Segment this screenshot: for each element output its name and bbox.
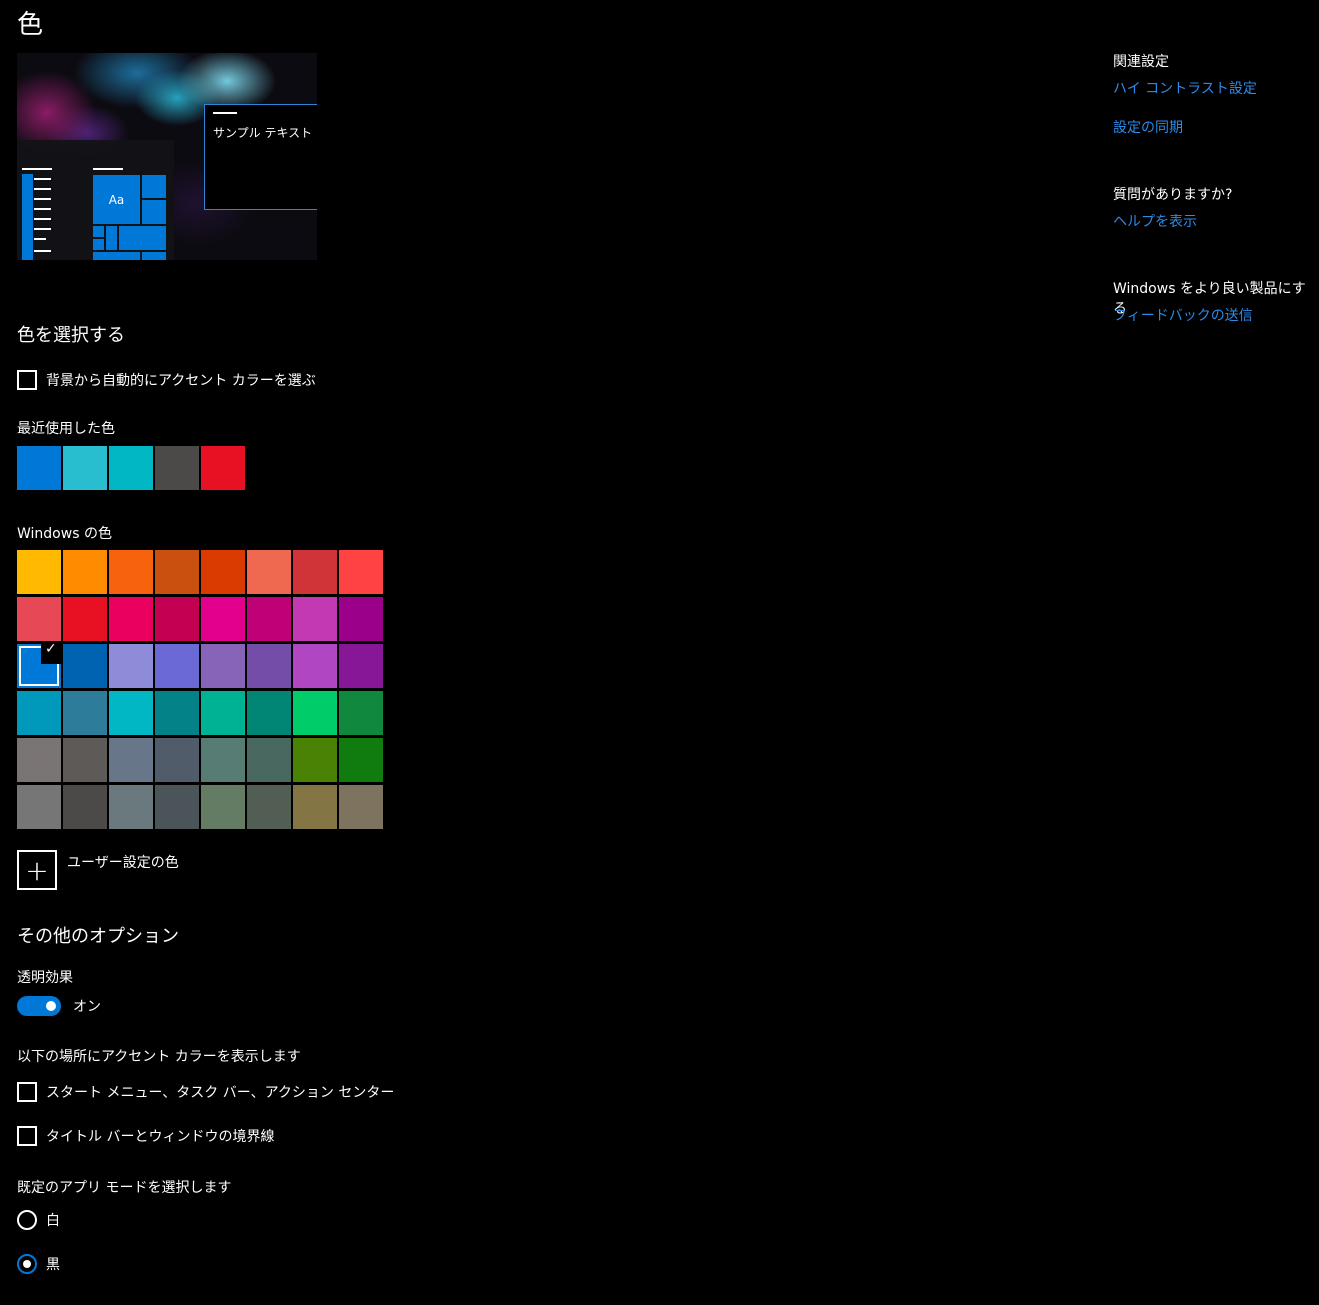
choose-color-heading: 色を選択する (17, 325, 125, 346)
windows-color-swatch[interactable] (155, 691, 199, 735)
windows-color-swatch[interactable] (109, 550, 153, 594)
windows-color-swatch[interactable] (293, 691, 337, 735)
windows-colors-label: Windows の色 (17, 526, 112, 542)
windows-color-swatch[interactable] (247, 550, 291, 594)
windows-color-swatch[interactable] (17, 597, 61, 641)
plus-icon[interactable]: + (17, 850, 57, 890)
preview-sample-text: サンプル テキスト (213, 126, 313, 140)
recent-color-swatch[interactable] (201, 446, 245, 490)
windows-color-swatch[interactable] (109, 644, 153, 688)
titlebar-checkbox[interactable] (17, 1126, 37, 1146)
start-taskbar-checkbox-row[interactable]: スタート メニュー、タスク バー、アクション センター (17, 1082, 394, 1102)
windows-color-swatch[interactable] (63, 644, 107, 688)
windows-color-swatch[interactable] (201, 597, 245, 641)
auto-accent-label: 背景から自動的にアクセント カラーを選ぶ (46, 373, 316, 389)
windows-color-swatch[interactable] (247, 738, 291, 782)
help-link[interactable]: ヘルプを表示 (1113, 211, 1197, 231)
windows-color-swatch[interactable] (17, 691, 61, 735)
windows-color-swatch[interactable] (109, 785, 153, 829)
sync-settings-link[interactable]: 設定の同期 (1113, 117, 1183, 137)
feedback-link[interactable]: フィードバックの送信 (1113, 305, 1253, 325)
windows-color-swatch[interactable] (339, 738, 383, 782)
custom-color-button[interactable]: + ユーザー設定の色 (17, 850, 179, 890)
auto-accent-checkbox[interactable] (17, 370, 37, 390)
titlebar-checkbox-row[interactable]: タイトル バーとウィンドウの境界線 (17, 1126, 274, 1146)
windows-color-swatch[interactable] (63, 738, 107, 782)
checkmark-icon: ✓ (41, 641, 61, 664)
high-contrast-link[interactable]: ハイ コントラスト設定 (1113, 78, 1257, 98)
windows-color-swatch[interactable] (247, 644, 291, 688)
question-heading: 質問がありますか? (1113, 187, 1233, 203)
windows-color-swatch[interactable] (155, 738, 199, 782)
windows-color-swatch[interactable] (293, 738, 337, 782)
windows-color-swatch[interactable] (109, 691, 153, 735)
transparency-state: オン (73, 999, 101, 1015)
mode-light-radio-row[interactable]: 白 (17, 1210, 60, 1230)
mode-light-label: 白 (46, 1213, 60, 1229)
mode-light-radio[interactable] (17, 1210, 37, 1230)
windows-color-swatch[interactable] (17, 738, 61, 782)
start-taskbar-label: スタート メニュー、タスク バー、アクション センター (46, 1085, 395, 1101)
windows-color-swatch[interactable] (63, 550, 107, 594)
windows-color-swatch[interactable] (155, 550, 199, 594)
windows-color-swatch[interactable] (201, 691, 245, 735)
windows-color-swatch[interactable] (201, 785, 245, 829)
transparency-label: 透明効果 (17, 970, 73, 986)
windows-color-swatch[interactable] (339, 785, 383, 829)
windows-color-swatch[interactable] (109, 738, 153, 782)
recent-color-swatch[interactable] (155, 446, 199, 490)
windows-color-swatch[interactable] (247, 597, 291, 641)
windows-color-swatch[interactable] (339, 644, 383, 688)
related-settings-heading: 関連設定 (1113, 54, 1169, 70)
windows-color-swatch[interactable] (17, 550, 61, 594)
mode-dark-radio[interactable] (17, 1254, 37, 1274)
windows-color-swatch[interactable] (201, 738, 245, 782)
windows-color-swatch[interactable] (339, 550, 383, 594)
windows-color-swatch[interactable] (155, 785, 199, 829)
windows-color-swatch[interactable] (201, 550, 245, 594)
recent-color-swatch[interactable] (63, 446, 107, 490)
windows-color-swatch[interactable] (63, 597, 107, 641)
windows-color-swatch[interactable] (201, 644, 245, 688)
theme-preview: Aa サンプル テキスト (17, 53, 317, 260)
windows-color-swatch[interactable] (339, 597, 383, 641)
windows-color-swatch[interactable] (63, 785, 107, 829)
windows-color-swatch[interactable] (155, 644, 199, 688)
recent-colors-grid (17, 446, 247, 490)
custom-color-label: ユーザー設定の色 (67, 855, 179, 871)
windows-color-swatch[interactable] (247, 785, 291, 829)
accent-surfaces-label: 以下の場所にアクセント カラーを表示します (17, 1049, 301, 1065)
windows-color-swatch[interactable] (63, 691, 107, 735)
windows-color-swatch[interactable] (293, 785, 337, 829)
start-taskbar-checkbox[interactable] (17, 1082, 37, 1102)
recent-colors-label: 最近使用した色 (17, 421, 115, 437)
page-title: 色 (17, 10, 44, 40)
windows-color-swatch[interactable] (339, 691, 383, 735)
transparency-toggle-row[interactable]: オン (17, 996, 101, 1016)
windows-color-swatch[interactable] (247, 691, 291, 735)
windows-color-swatch[interactable] (293, 644, 337, 688)
windows-color-swatch[interactable] (109, 597, 153, 641)
mode-dark-label: 黒 (46, 1257, 60, 1273)
app-mode-label: 既定のアプリ モードを選択します (17, 1180, 232, 1196)
windows-color-swatch-selected[interactable]: ✓ (17, 641, 61, 688)
recent-color-swatch[interactable] (109, 446, 153, 490)
recent-color-swatch[interactable] (17, 446, 61, 490)
mode-dark-radio-row[interactable]: 黒 (17, 1254, 60, 1274)
preview-start-menu: Aa (17, 140, 174, 260)
windows-color-swatch[interactable] (293, 550, 337, 594)
windows-color-swatch[interactable] (155, 597, 199, 641)
transparency-toggle[interactable] (17, 996, 61, 1016)
preview-tile-text: Aa (108, 193, 125, 207)
windows-color-swatch[interactable] (17, 785, 61, 829)
auto-accent-checkbox-row[interactable]: 背景から自動的にアクセント カラーを選ぶ (17, 370, 316, 390)
preview-window: サンプル テキスト (204, 104, 317, 210)
more-options-heading: その他のオプション (17, 926, 179, 947)
titlebar-label: タイトル バーとウィンドウの境界線 (46, 1129, 275, 1145)
windows-color-swatch[interactable] (293, 597, 337, 641)
windows-colors-grid: ✓ (17, 550, 385, 830)
